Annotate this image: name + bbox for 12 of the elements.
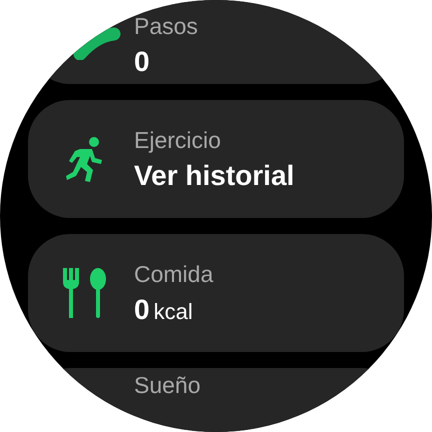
tile-label: Comida (134, 260, 214, 288)
tile-card[interactable]: Ejercicio Ver historial (28, 100, 404, 218)
fork-spoon-icon (62, 268, 108, 318)
tile-value: Ver historial (134, 160, 294, 192)
tile-label: Ejercicio (134, 126, 222, 154)
tile-value: 0 (134, 46, 150, 78)
tile-card[interactable]: Comida 0 kcal (28, 234, 404, 352)
tile-value: 0 (134, 294, 150, 326)
tile-label: Pasos (134, 13, 198, 40)
tile-label: Sueño (134, 372, 201, 399)
running-figure-icon (66, 136, 104, 182)
unit-label: kcal (154, 298, 193, 324)
